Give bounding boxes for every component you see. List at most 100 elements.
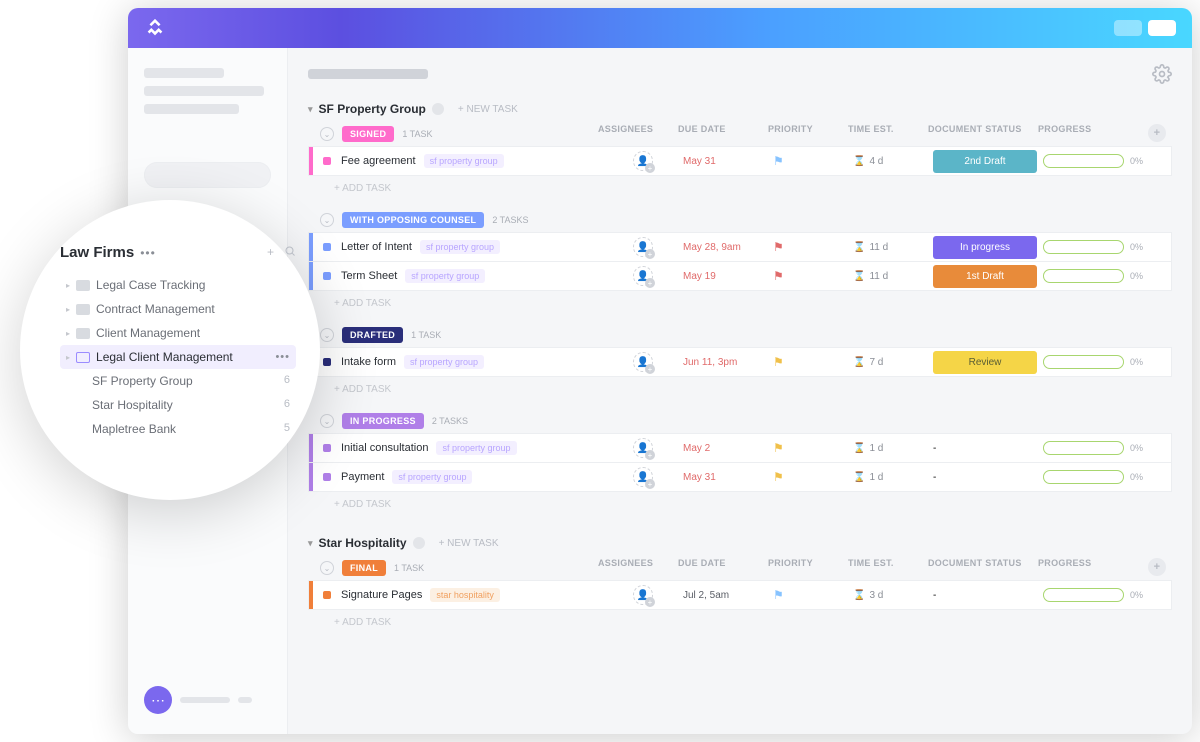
- status-chip[interactable]: SIGNED: [342, 126, 394, 142]
- task-row[interactable]: Paymentsf property group👤May 31⚑⌛1 d-0%: [308, 462, 1172, 492]
- task-row[interactable]: Letter of Intentsf property group👤May 28…: [308, 232, 1172, 262]
- due-date[interactable]: May 2: [683, 443, 773, 454]
- status-chip[interactable]: FINAL: [342, 560, 386, 576]
- time-estimate[interactable]: ⌛7 d: [853, 357, 933, 368]
- task-tag[interactable]: sf property group: [424, 154, 504, 168]
- assignee-add-icon[interactable]: 👤: [633, 585, 653, 605]
- folder-item[interactable]: ▸Legal Case Tracking: [60, 273, 296, 297]
- section-title[interactable]: ▾Star Hospitality+ NEW TASK: [308, 536, 1172, 550]
- task-row[interactable]: Initial consultation sf property group 👤 Ma…: [308, 433, 1172, 463]
- task-tag[interactable]: sf property group: [392, 470, 472, 484]
- assignee-add-icon[interactable]: 👤: [633, 151, 653, 171]
- task-tag[interactable]: sf property group: [420, 240, 500, 254]
- due-date[interactable]: May 19: [683, 271, 773, 282]
- collapse-toggle[interactable]: ⌄: [320, 561, 334, 575]
- time-estimate[interactable]: ⌛11 d: [853, 242, 933, 253]
- col-priority[interactable]: PRIORITY: [768, 558, 848, 576]
- status-chip[interactable]: DRAFTED: [342, 327, 403, 343]
- col-priority[interactable]: PRIORITY: [768, 124, 848, 142]
- col-time[interactable]: TIME EST.: [848, 558, 928, 576]
- task-row[interactable]: Term Sheet sf property group 👤 May 19⚑ ⌛11 d…: [308, 261, 1172, 291]
- assignee-add-icon[interactable]: 👤: [633, 237, 653, 257]
- assignee-add-icon[interactable]: 👤: [633, 352, 653, 372]
- progress-bar[interactable]: [1043, 470, 1124, 484]
- task-row[interactable]: Signature Pages star hospitality 👤 Jul 2, 5…: [308, 580, 1172, 610]
- info-icon[interactable]: [413, 537, 425, 549]
- task-name[interactable]: Term Sheet: [341, 270, 397, 282]
- doc-status-chip[interactable]: 2nd Draft: [933, 150, 1037, 173]
- col-assignees[interactable]: ASSIGNEES: [598, 558, 678, 576]
- search-icon[interactable]: [284, 245, 296, 260]
- progress-bar[interactable]: [1043, 441, 1124, 455]
- task-tag[interactable]: star hospitality: [430, 588, 500, 602]
- add-task-button[interactable]: + ADD TASK: [308, 491, 1172, 518]
- priority-flag-icon[interactable]: ⚑: [773, 154, 784, 168]
- task-row[interactable]: Intake formsf property group👤Jun 11, 3pm…: [308, 347, 1172, 377]
- collapse-toggle[interactable]: ⌄: [320, 328, 334, 342]
- due-date[interactable]: Jul 2, 5am: [683, 590, 773, 601]
- task-row[interactable]: Fee agreementsf property group👤May 31⚑⌛4…: [308, 146, 1172, 176]
- add-task-button[interactable]: + ADD TASK: [308, 376, 1172, 403]
- collapse-toggle[interactable]: ⌄: [320, 414, 334, 428]
- folder-item[interactable]: ▸Contract Management: [60, 297, 296, 321]
- priority-flag-icon[interactable]: ⚑: [773, 269, 784, 283]
- list-item[interactable]: Star Hospitality6: [86, 393, 296, 417]
- col-due[interactable]: DUE DATE: [678, 124, 768, 142]
- col-doc[interactable]: DOCUMENT STATUS: [928, 124, 1038, 142]
- progress-bar[interactable]: [1043, 269, 1124, 283]
- col-progress[interactable]: PROGRESS: [1038, 124, 1138, 142]
- folder-item[interactable]: ▸Client Management: [60, 321, 296, 345]
- col-progress[interactable]: PROGRESS: [1038, 558, 1138, 576]
- new-task-button[interactable]: + NEW TASK: [439, 538, 499, 549]
- info-icon[interactable]: [432, 103, 444, 115]
- col-due[interactable]: DUE DATE: [678, 558, 768, 576]
- chat-icon[interactable]: ⋯: [144, 686, 172, 714]
- time-estimate[interactable]: ⌛4 d: [853, 156, 933, 167]
- collapse-toggle[interactable]: ⌄: [320, 213, 334, 227]
- add-task-button[interactable]: + ADD TASK: [308, 609, 1172, 636]
- task-tag[interactable]: sf property group: [405, 269, 485, 283]
- task-tag[interactable]: sf property group: [436, 441, 516, 455]
- priority-flag-icon[interactable]: ⚑: [773, 470, 784, 484]
- add-task-button[interactable]: + ADD TASK: [308, 290, 1172, 317]
- window-control-max[interactable]: [1148, 20, 1176, 36]
- progress-bar[interactable]: [1043, 355, 1124, 369]
- task-name[interactable]: Initial consultation: [341, 442, 428, 454]
- priority-flag-icon[interactable]: ⚑: [773, 240, 784, 254]
- settings-gear-icon[interactable]: [1152, 64, 1172, 84]
- add-column-button[interactable]: +: [1148, 124, 1166, 142]
- task-tag[interactable]: sf property group: [404, 355, 484, 369]
- time-estimate[interactable]: ⌛3 d: [853, 590, 933, 601]
- add-column-button[interactable]: +: [1148, 558, 1166, 576]
- doc-status[interactable]: -: [933, 472, 936, 483]
- assignee-add-icon[interactable]: 👤: [633, 266, 653, 286]
- priority-flag-icon[interactable]: ⚑: [773, 588, 784, 602]
- list-item[interactable]: SF Property Group6: [86, 369, 296, 393]
- assignee-add-icon[interactable]: 👤: [633, 467, 653, 487]
- folder-item[interactable]: ▸Legal Client Management•••: [60, 345, 296, 369]
- col-assignees[interactable]: ASSIGNEES: [598, 124, 678, 142]
- task-name[interactable]: Fee agreement: [341, 155, 416, 167]
- progress-bar[interactable]: [1043, 588, 1124, 602]
- more-icon[interactable]: •••: [275, 351, 290, 363]
- assignee-add-icon[interactable]: 👤: [633, 438, 653, 458]
- progress-bar[interactable]: [1043, 240, 1124, 254]
- progress-bar[interactable]: [1043, 154, 1124, 168]
- priority-flag-icon[interactable]: ⚑: [773, 441, 784, 455]
- new-task-button[interactable]: + NEW TASK: [458, 104, 518, 115]
- status-chip[interactable]: WITH OPPOSING COUNSEL: [342, 212, 484, 228]
- list-item[interactable]: Mapletree Bank5: [86, 417, 296, 441]
- col-doc[interactable]: DOCUMENT STATUS: [928, 558, 1038, 576]
- time-estimate[interactable]: ⌛1 d: [853, 472, 933, 483]
- time-estimate[interactable]: ⌛11 d: [853, 271, 933, 282]
- doc-status-chip[interactable]: 1st Draft: [933, 265, 1037, 288]
- add-task-button[interactable]: + ADD TASK: [308, 175, 1172, 202]
- task-name[interactable]: Signature Pages: [341, 589, 422, 601]
- more-icon[interactable]: •••: [140, 246, 156, 260]
- doc-status-chip[interactable]: Review: [933, 351, 1037, 374]
- status-chip[interactable]: IN PROGRESS: [342, 413, 424, 429]
- doc-status-chip[interactable]: In progress: [933, 236, 1037, 259]
- due-date[interactable]: May 28, 9am: [683, 242, 773, 253]
- collapse-toggle[interactable]: ⌄: [320, 127, 334, 141]
- col-time[interactable]: TIME EST.: [848, 124, 928, 142]
